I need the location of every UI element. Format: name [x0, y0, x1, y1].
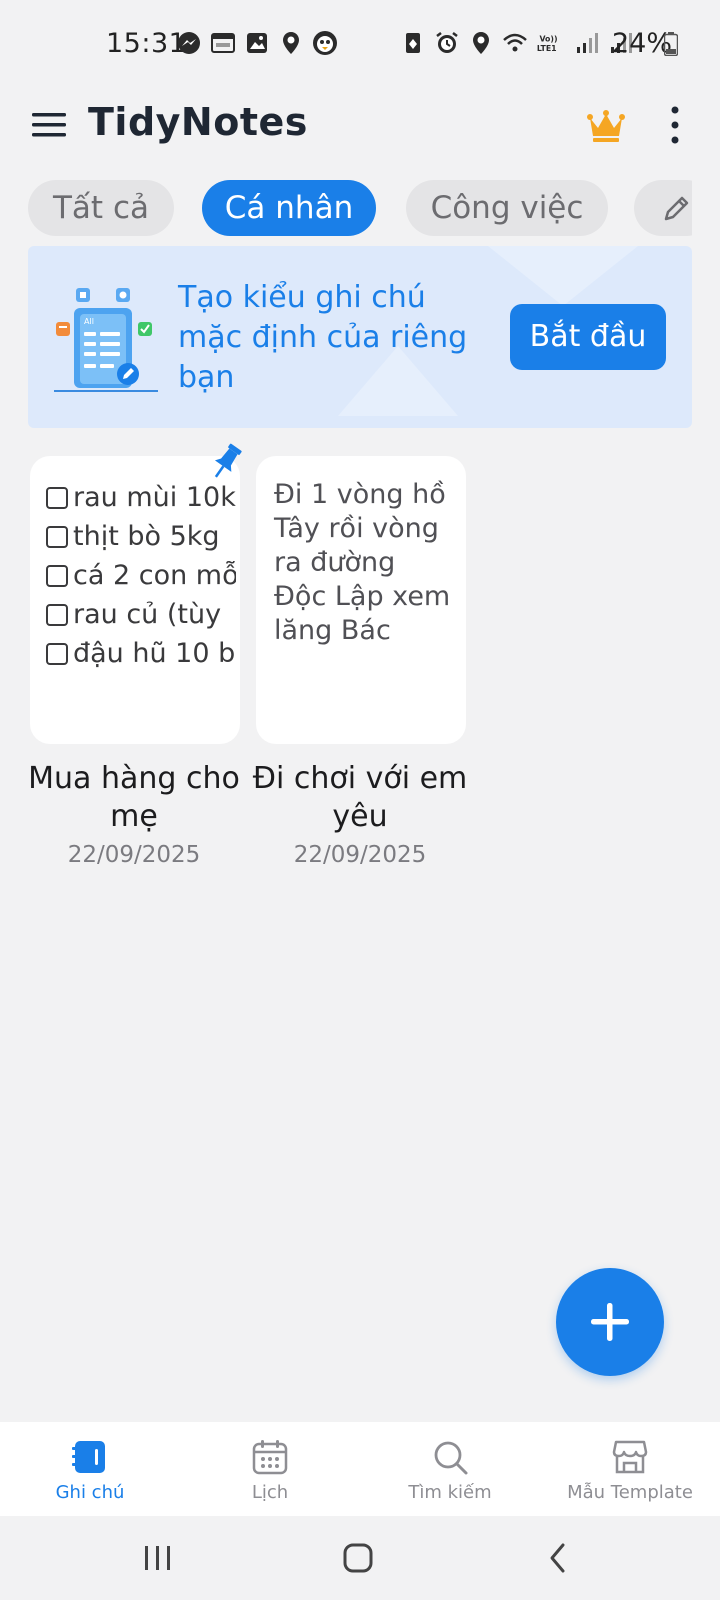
checkbox-icon: [46, 486, 68, 509]
volte-icon: Vo)) LTE1: [536, 30, 566, 56]
note-date: 22/09/2025: [67, 842, 201, 868]
start-button[interactable]: Bắt đầu: [510, 304, 666, 370]
battery-saver-icon: [400, 30, 426, 56]
checklist-item: rau củ (tùy: [46, 595, 236, 634]
location-icon: [468, 30, 494, 56]
system-status-icons: Vo)) LTE1: [400, 30, 634, 56]
location-icon: [278, 30, 304, 56]
status-bar: 15:31 Vo)) LTE1 24%: [0, 0, 720, 88]
nav-label: Ghi chú: [55, 1482, 125, 1503]
back-button[interactable]: [536, 1536, 580, 1580]
tab-work[interactable]: Công việc: [406, 180, 608, 236]
category-tabs: Tất cả Cá nhân Công việc: [28, 180, 692, 236]
nav-label: Lịch: [251, 1482, 289, 1503]
battery-icon: [664, 32, 678, 56]
recent-apps-button[interactable]: [136, 1536, 180, 1580]
checkbox-icon: [46, 642, 68, 665]
bottom-navigation: Ghi chú Lịch Tìm kiếm Mẫu Template: [0, 1422, 720, 1516]
note-title: Đi chơi với em yêu: [252, 761, 468, 834]
checkbox-icon: [46, 564, 68, 587]
nav-item-templates[interactable]: Mẫu Template: [540, 1422, 720, 1516]
note-body: Đi 1 vòng hồ Tây rồi vòng ra đường Độc L…: [274, 479, 451, 646]
nav-label: Mẫu Template: [567, 1482, 693, 1503]
home-button[interactable]: [336, 1536, 380, 1580]
custom-style-banner: All Tạo kiểu ghi chú mặc định của riêng …: [28, 246, 692, 428]
app-bar: TidyNotes: [0, 96, 720, 156]
note-card-shopping[interactable]: rau mùi 10k thịt bò 5kg cá 2 con mỗi rau…: [30, 456, 240, 744]
search-icon: [434, 1441, 468, 1475]
more-icon[interactable]: [664, 104, 686, 146]
tab-edit-categories[interactable]: [634, 180, 692, 236]
nav-label: Tìm kiếm: [408, 1482, 492, 1503]
gallery-icon: [244, 30, 270, 56]
app-title: TidyNotes: [88, 100, 308, 144]
nav-item-notes[interactable]: Ghi chú: [0, 1422, 180, 1516]
checklist-item: đậu hũ 10 b: [46, 634, 236, 673]
note-checklist: rau mùi 10k thịt bò 5kg cá 2 con mỗi rau…: [46, 478, 236, 673]
nav-item-search[interactable]: Tìm kiếm: [360, 1422, 540, 1516]
calendar-icon: [252, 1440, 288, 1475]
notes-illustration-icon: All: [54, 288, 158, 392]
checkbox-icon: [46, 603, 68, 626]
recent-apps-icon: [145, 1546, 170, 1570]
banner-text: Tạo kiểu ghi chú mặc định của riêng bạn: [178, 280, 468, 395]
svg-text:Vo)): Vo)): [539, 34, 557, 43]
status-time: 15:31: [106, 28, 187, 59]
back-icon: [550, 1543, 565, 1573]
note-date: 22/09/2025: [293, 842, 427, 868]
notebook-icon: [72, 1441, 105, 1473]
note-card-outing[interactable]: Đi 1 vòng hồ Tây rồi vòng ra đường Độc L…: [256, 456, 466, 744]
system-navigation-bar: [0, 1516, 720, 1600]
checklist-item: rau mùi 10k: [46, 478, 236, 517]
template-store-icon: [612, 1440, 648, 1474]
svg-text:All: All: [84, 317, 94, 326]
notification-icons: [176, 30, 338, 56]
checkbox-icon: [46, 525, 68, 548]
calendar-app-icon: [210, 30, 236, 56]
plus-icon: [591, 1303, 629, 1341]
penguin-app-icon: [312, 30, 338, 56]
checklist-item: thịt bò 5kg: [46, 517, 236, 556]
add-note-button[interactable]: [556, 1268, 664, 1376]
signal-icon: [574, 30, 600, 56]
pin-icon: [214, 443, 242, 478]
battery-percent: 24%: [612, 28, 673, 59]
wifi-icon: [502, 30, 528, 56]
checklist-item: cá 2 con mỗi: [46, 556, 236, 595]
svg-text:LTE1: LTE1: [537, 44, 557, 53]
alarm-icon: [434, 30, 460, 56]
pencil-icon: [664, 196, 689, 221]
menu-icon[interactable]: [32, 110, 66, 140]
crown-icon[interactable]: [586, 108, 626, 144]
tab-personal[interactable]: Cá nhân: [202, 180, 376, 236]
messenger-icon: [176, 30, 202, 56]
tab-all[interactable]: Tất cả: [28, 180, 174, 236]
home-icon: [343, 1543, 373, 1573]
nav-item-calendar[interactable]: Lịch: [180, 1422, 360, 1516]
note-title: Mua hàng cho mẹ: [28, 761, 240, 834]
